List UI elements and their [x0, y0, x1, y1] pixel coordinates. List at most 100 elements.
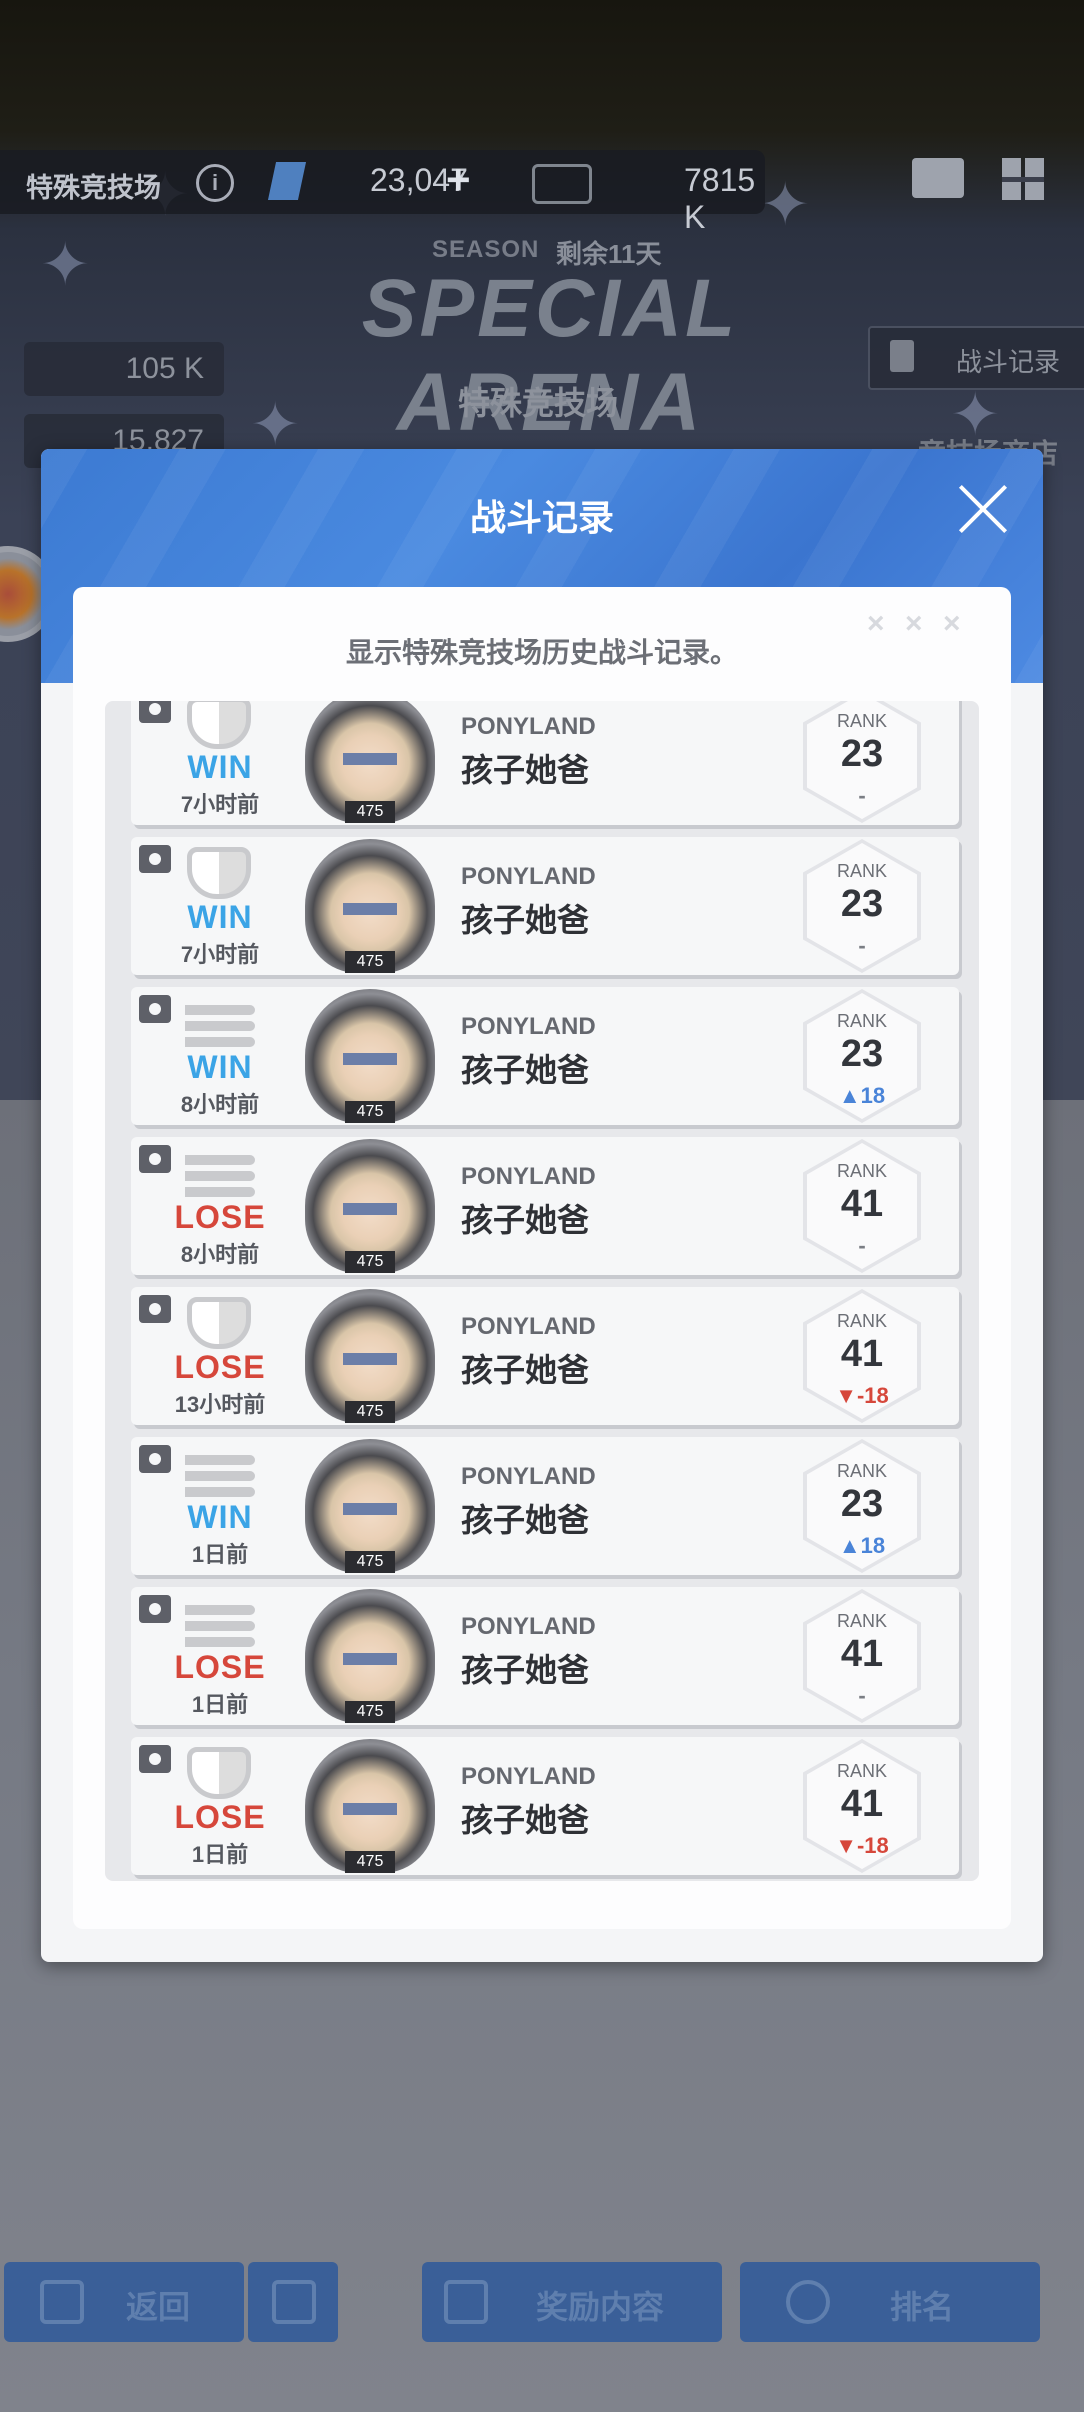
opponent-name: 孩子她爸 [461, 1502, 590, 1538]
battle-record-modal: 战斗记录 × × × 显示特殊竞技场历史战斗记录。 WIN 7小时前 475 PONY… [41, 449, 1043, 1962]
record-row[interactable]: LOSE 1日前 475 PONYLAND 孩子她爸 RANK 41 - [131, 1587, 959, 1725]
rank-number: 41 [840, 1333, 884, 1375]
battle-result: WIN [187, 899, 253, 935]
rank-change: ▼-18 [835, 1833, 889, 1858]
rank-label: RANK [836, 1611, 887, 1631]
opponent-name: 孩子她爸 [461, 1202, 590, 1238]
record-row[interactable]: WIN 7小时前 475 PONYLAND 孩子她爸 RANK 23 - [131, 837, 959, 975]
rank-change: - [858, 1233, 866, 1258]
replay-chat-icon[interactable] [139, 995, 171, 1023]
opponent-avatar[interactable]: 475 [305, 989, 435, 1123]
opponent-level: 475 [345, 1701, 395, 1723]
replay-chat-icon[interactable] [139, 1145, 171, 1173]
replay-chat-icon[interactable] [139, 1295, 171, 1323]
shield-icon [187, 1297, 251, 1349]
rank-label: RANK [836, 1761, 887, 1781]
rank-badge: RANK 41 ▼-18 [803, 1289, 921, 1423]
record-row[interactable]: WIN 7小时前 475 PONYLAND 孩子她爸 RANK 23 - [131, 701, 959, 825]
opponent-avatar[interactable]: 475 [305, 701, 435, 823]
battle-time: 8小时前 [180, 1242, 260, 1267]
shield-icon [187, 847, 251, 899]
opponent-avatar[interactable]: 475 [305, 839, 435, 973]
avatar-face [343, 1203, 397, 1215]
opponent-level: 475 [345, 1251, 395, 1273]
record-row[interactable]: LOSE 13小时前 475 PONYLAND 孩子她爸 RANK 41 ▼-18 [131, 1287, 959, 1425]
rank-change: ▼-18 [835, 1383, 889, 1408]
opponent-level: 475 [345, 1401, 395, 1423]
replay-chat-icon[interactable] [139, 1445, 171, 1473]
opponent-avatar[interactable]: 475 [305, 1739, 435, 1873]
opponent-name: 孩子她爸 [461, 1052, 590, 1088]
battle-time: 1日前 [191, 1842, 249, 1867]
opponent-guild: PONYLAND [461, 1163, 596, 1190]
opponent-name: 孩子她爸 [461, 1652, 590, 1688]
opponent-name: 孩子她爸 [461, 1352, 590, 1388]
modal-title: 战斗记录 [469, 497, 614, 538]
record-description: 显示特殊竞技场历史战斗记录。 [345, 637, 738, 668]
rank-badge: RANK 23 - [803, 701, 921, 823]
battle-time: 1日前 [191, 1542, 249, 1567]
rank-number: 41 [840, 1183, 884, 1225]
battle-time: 7小时前 [180, 942, 260, 967]
opponent-guild: PONYLAND [461, 863, 596, 890]
opponent-name: 孩子她爸 [461, 1802, 590, 1838]
opponent-level: 475 [345, 801, 395, 823]
bullets-icon [185, 1605, 259, 1647]
replay-chat-icon[interactable] [139, 701, 171, 723]
rank-badge: RANK 23 ▲18 [803, 989, 921, 1123]
opponent-guild: PONYLAND [461, 1013, 596, 1040]
rank-label: RANK [836, 1161, 887, 1181]
opponent-avatar[interactable]: 475 [305, 1439, 435, 1573]
rank-change: ▲18 [838, 1533, 886, 1558]
opponent-avatar[interactable]: 475 [305, 1289, 435, 1423]
record-row[interactable]: LOSE 1日前 475 PONYLAND 孩子她爸 RANK 41 ▼-18 [131, 1737, 959, 1875]
avatar-face [343, 1803, 397, 1815]
record-row[interactable]: WIN 8小时前 475 PONYLAND 孩子她爸 RANK 23 ▲18 [131, 987, 959, 1125]
avatar-face [343, 1503, 397, 1515]
rank-number: 41 [840, 1783, 884, 1825]
battle-time: 13小时前 [174, 1392, 266, 1417]
battle-result: WIN [187, 1049, 253, 1085]
close-icon[interactable] [957, 483, 1009, 535]
battle-time: 7小时前 [180, 792, 260, 817]
bullets-icon [185, 1005, 259, 1047]
shield-icon [187, 1747, 251, 1799]
battle-result: WIN [187, 749, 253, 785]
rank-number: 23 [840, 733, 884, 775]
rank-number: 23 [840, 1483, 884, 1525]
record-row[interactable]: WIN 1日前 475 PONYLAND 孩子她爸 RANK 23 ▲18 [131, 1437, 959, 1575]
opponent-avatar[interactable]: 475 [305, 1139, 435, 1273]
opponent-level: 475 [345, 1101, 395, 1123]
bullets-icon [185, 1455, 259, 1497]
replay-chat-icon[interactable] [139, 1595, 171, 1623]
battle-result: LOSE [174, 1349, 266, 1385]
rank-badge: RANK 41 - [803, 1139, 921, 1273]
rank-label: RANK [836, 1011, 887, 1031]
battle-time: 1日前 [191, 1692, 249, 1717]
record-list-scroll: WIN 7小时前 475 PONYLAND 孩子她爸 RANK 23- WIN 7小时前 475 P… [105, 701, 979, 1881]
shield-icon [187, 701, 251, 749]
record-list[interactable]: WIN 7小时前 475 PONYLAND 孩子她爸 RANK 23- WIN 7小时前 475 P… [105, 701, 979, 1881]
rank-change: - [858, 783, 866, 808]
rank-label: RANK [836, 1311, 887, 1331]
opponent-level: 475 [345, 1551, 395, 1573]
opponent-guild: PONYLAND [461, 1463, 596, 1490]
avatar-face [343, 903, 397, 915]
rank-number: 23 [840, 883, 884, 925]
replay-chat-icon[interactable] [139, 1745, 171, 1773]
bullets-icon [185, 1155, 259, 1197]
rank-badge: RANK 23 - [803, 839, 921, 973]
rank-badge: RANK 41 - [803, 1589, 921, 1723]
battle-result: LOSE [174, 1799, 266, 1835]
rank-change: - [858, 1683, 866, 1708]
record-row[interactable]: LOSE 8小时前 475 PONYLAND 孩子她爸 RANK 41 - [131, 1137, 959, 1275]
rank-label: RANK [836, 861, 887, 881]
avatar-face [343, 1653, 397, 1665]
opponent-guild: PONYLAND [461, 713, 596, 740]
rank-number: 41 [840, 1633, 884, 1675]
replay-chat-icon[interactable] [139, 845, 171, 873]
rank-change: - [858, 933, 866, 958]
opponent-guild: PONYLAND [461, 1313, 596, 1340]
opponent-avatar[interactable]: 475 [305, 1589, 435, 1723]
battle-result: WIN [187, 1499, 253, 1535]
